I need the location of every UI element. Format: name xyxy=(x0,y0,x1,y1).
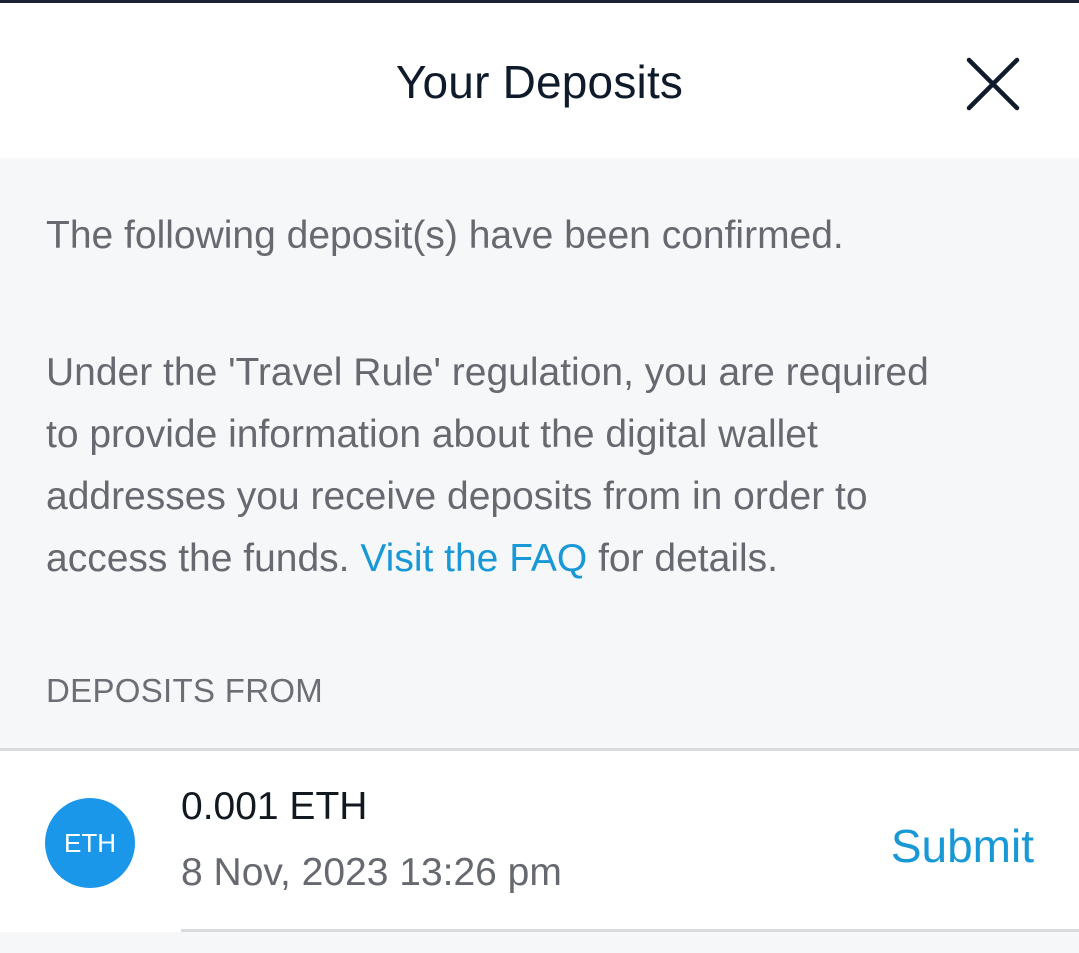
modal-title: Your Deposits xyxy=(395,56,684,108)
notice-text-prefix: access the funds. xyxy=(46,537,361,580)
modal-header: Your Deposits xyxy=(0,3,1079,158)
close-button[interactable] xyxy=(960,53,1026,119)
footer-area xyxy=(0,932,1079,953)
eth-coin-icon: ETH xyxy=(45,798,135,888)
deposit-amount: 0.001 ETH xyxy=(181,785,368,828)
notice-line: Under the 'Travel Rule' regulation, you … xyxy=(46,351,929,394)
notice-text-suffix: for details. xyxy=(587,537,778,580)
notice-line: addresses you receive deposits from in o… xyxy=(46,475,868,518)
notice-line: to provide information about the digital… xyxy=(46,413,818,456)
notice-line-last: access the funds. Visit the FAQ for deta… xyxy=(46,528,1046,590)
submit-button[interactable]: Submit xyxy=(891,816,1034,876)
confirmation-text: The following deposit(s) have been confi… xyxy=(46,214,844,257)
faq-link[interactable]: Visit the FAQ xyxy=(360,537,587,580)
travel-rule-notice: Under the 'Travel Rule' regulation, you … xyxy=(46,342,1046,590)
close-icon xyxy=(966,57,1020,111)
deposit-timestamp: 8 Nov, 2023 13:26 pm xyxy=(181,851,562,894)
deposits-section-label: DEPOSITS FROM xyxy=(46,672,324,709)
